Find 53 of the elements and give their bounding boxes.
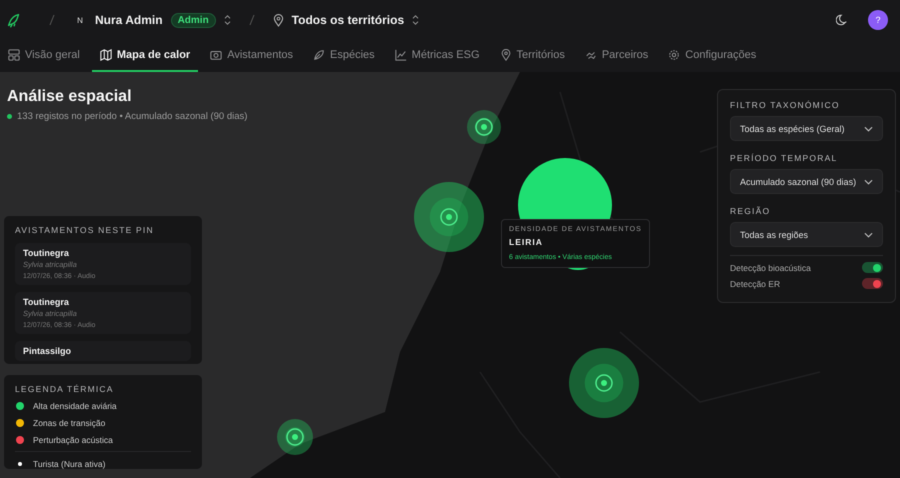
user-name[interactable]: Nura Admin: [95, 13, 163, 27]
legend-label: Zonas de transição: [33, 418, 106, 428]
toggle-switch[interactable]: [862, 278, 883, 289]
nav-tab[interactable]: Espécies: [305, 40, 383, 72]
location-pin-icon: [272, 14, 284, 26]
species-name: Toutinegra: [23, 297, 70, 307]
nav-tab[interactable]: Territórios: [492, 40, 573, 72]
settings-icon: [668, 49, 680, 61]
page-title: Análise espacial: [7, 88, 133, 106]
toggle-switch[interactable]: [862, 262, 883, 273]
chevrons-icon[interactable]: [224, 15, 231, 25]
filter-label: REGIÃO: [730, 206, 772, 216]
layout-icon: [8, 49, 20, 61]
page-subtitle: 133 registos no período • Acumulado sazonal (90 dias): [17, 111, 248, 122]
tooltip-place: LEIRIA: [509, 237, 544, 247]
leaf-icon: [313, 49, 326, 61]
avatar[interactable]: ?: [868, 10, 888, 30]
filter-label: PERÍODO TEMPORAL: [730, 153, 838, 163]
chevrons-icon[interactable]: [412, 15, 420, 25]
user-initial: N: [76, 16, 84, 24]
panel-title: LEGENDA TÉRMICA: [15, 384, 115, 394]
legend-label: Turista (Nura ativa): [33, 459, 106, 469]
species-name: Toutinegra: [23, 248, 70, 258]
legend-label: Perturbação acústica: [33, 435, 113, 445]
chevron-down-icon: [864, 178, 873, 184]
line-chart-icon: [394, 49, 407, 61]
sighting-card[interactable]: Pintassilgo: [15, 341, 191, 361]
species-name: Pintassilgo: [23, 346, 72, 356]
status-dot-icon: [7, 114, 12, 119]
role-badge: Admin: [170, 12, 216, 28]
territory-selector[interactable]: Todos os territórios: [292, 13, 404, 27]
nav-tab[interactable]: Avistamentos: [202, 40, 302, 72]
breadcrumb-separator-icon: [248, 14, 255, 26]
nav-tab[interactable]: Visão geral: [0, 40, 88, 72]
filter-dropdown[interactable]: Todas as regiões: [730, 222, 883, 247]
filter-dropdown[interactable]: Todas as espécies (Geral): [730, 116, 883, 141]
map-icon: [100, 49, 112, 61]
filter-dropdown[interactable]: Acumulado sazonal (90 dias): [730, 169, 883, 194]
breadcrumb-separator-icon: [49, 14, 55, 26]
toggle-label: Detecção bioacústica: [730, 262, 811, 272]
location-pin-icon: [500, 49, 512, 61]
handshake-icon: [584, 49, 597, 61]
legend-label: Alta densidade aviária: [33, 401, 117, 411]
panel-title: AVISTAMENTOS NESTE PIN: [15, 225, 155, 235]
camera-icon: [210, 49, 222, 61]
nav-tab[interactable]: Parceiros: [576, 40, 656, 72]
chevron-down-icon: [864, 126, 873, 132]
filter-label: FILTRO TAXONÓMICO: [730, 100, 841, 110]
chevron-down-icon: [864, 232, 873, 238]
nav-tab[interactable]: Métricas ESG: [386, 40, 488, 72]
nav-tab[interactable]: Configurações: [660, 40, 764, 72]
moon-icon[interactable]: [836, 14, 848, 26]
toggle-label: Detecção ER: [730, 278, 780, 288]
